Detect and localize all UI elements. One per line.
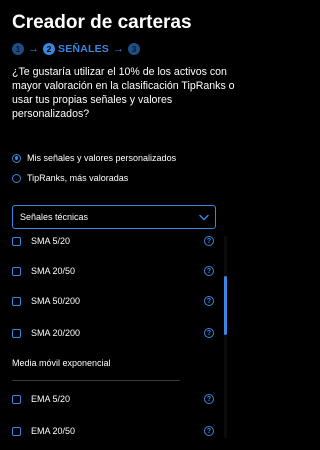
checkbox[interactable] (12, 328, 21, 338)
dropdown-selected-value: Señales técnicas (20, 212, 89, 222)
step-2-indicator: 2 (43, 43, 55, 55)
checkbox[interactable] (12, 426, 21, 436)
list-item-label: SMA 20/200 (31, 328, 81, 338)
list-item-label: EMA 20/50 (31, 426, 76, 436)
list-item[interactable]: SMA 5/20 ? (12, 234, 214, 248)
help-icon[interactable]: ? (204, 426, 214, 436)
list-item-label: EMA 5/20 (31, 394, 71, 404)
scrollbar-thumb[interactable] (224, 276, 227, 335)
step-3-indicator: 3 (128, 43, 140, 55)
arrow-right-icon: → (113, 43, 124, 55)
list-item[interactable]: EMA 20/50 ? (12, 424, 214, 438)
list-item[interactable]: SMA 50/200 ? (12, 294, 214, 308)
help-icon[interactable]: ? (204, 266, 214, 276)
progress-stepper: 1 → 2 SEÑALES → 3 (12, 42, 140, 56)
list-item-label: SMA 50/200 (31, 296, 81, 306)
option-label: Mis señales y valores personalizados (27, 153, 177, 163)
help-icon[interactable]: ? (204, 328, 214, 338)
arrow-right-icon: → (28, 43, 39, 55)
radio-button-selected[interactable] (12, 153, 21, 163)
help-icon[interactable]: ? (204, 394, 214, 404)
list-item-label: SMA 5/20 (31, 236, 71, 246)
step-1-indicator[interactable]: 1 (12, 43, 24, 55)
checkbox[interactable] (12, 266, 21, 276)
list-item-label: SMA 20/50 (31, 266, 76, 276)
list-item[interactable]: SMA 20/50 ? (12, 264, 214, 278)
checkbox[interactable] (12, 236, 21, 246)
list-item[interactable]: SMA 20/200 ? (12, 326, 214, 340)
help-icon[interactable]: ? (204, 236, 214, 246)
list-item[interactable]: EMA 5/20 ? (12, 392, 214, 406)
current-step-label: SEÑALES (58, 43, 109, 55)
help-icon[interactable]: ? (204, 296, 214, 306)
signal-type-dropdown[interactable]: Señales técnicas (12, 205, 216, 229)
option-label: TipRanks, más valoradas (27, 173, 129, 183)
scrollbar-track[interactable] (224, 236, 227, 438)
divider (12, 380, 180, 381)
chevron-down-icon (199, 214, 209, 220)
checkbox[interactable] (12, 296, 21, 306)
radio-button[interactable] (12, 173, 21, 183)
ema-section-heading: Media móvil exponencial (12, 358, 111, 368)
checkbox[interactable] (12, 394, 21, 404)
option-tipranks-top[interactable]: TipRanks, más valoradas (12, 171, 128, 185)
question-text: ¿Te gustaría utilizar el 10% de los acti… (12, 66, 235, 120)
option-custom-signals[interactable]: Mis señales y valores personalizados (12, 151, 176, 165)
page-title: Creador de carteras (12, 12, 192, 33)
